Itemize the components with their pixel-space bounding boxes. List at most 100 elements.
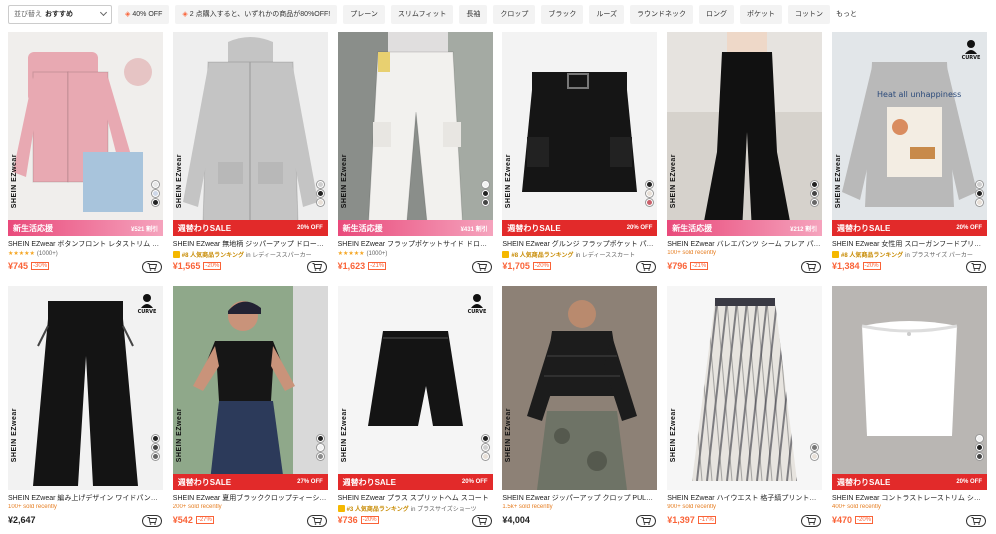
product-image[interactable]: SHEIN EZwear 週替わりSALE 27% OFF <box>172 286 328 490</box>
add-to-cart-button[interactable] <box>966 515 986 527</box>
color-swatch[interactable] <box>481 444 489 451</box>
color-swatch[interactable] <box>976 199 983 206</box>
product-card[interactable]: SHEIN EZwear 週替わりSALE 20% OFF SHEIN EZwe… <box>502 32 658 280</box>
product-image[interactable]: SHEIN EZwear <box>667 286 823 490</box>
color-swatch[interactable] <box>646 190 654 197</box>
color-swatch[interactable] <box>976 190 983 197</box>
filter-chip[interactable]: ブラック <box>541 4 584 24</box>
filter-chip[interactable]: クロップ <box>493 4 536 24</box>
product-title[interactable]: SHEIN EZwear バレエパンツ シーム フレア パ… <box>667 239 822 249</box>
ranking-label[interactable]: #8 人気商品ランキング <box>511 250 573 259</box>
product-image[interactable]: SHEIN EZwear CURVE <box>8 286 163 490</box>
product-title[interactable]: SHEIN EZwear ジッパーアップ クロップ PUL… <box>502 493 657 503</box>
add-to-cart-button[interactable] <box>306 261 327 273</box>
sort-dropdown[interactable]: 並び替え おすすめ <box>8 4 112 24</box>
filter-chip[interactable]: プレーン <box>343 4 385 24</box>
color-swatch[interactable] <box>152 444 159 451</box>
product-image[interactable]: Heat all unhappiness SHEIN EZwear CURVE 週替… <box>832 32 987 236</box>
product-card[interactable]: SHEIN EZwear 週替わりSALE 27% OFF SHEIN EZwe… <box>172 286 328 534</box>
add-to-cart-button[interactable] <box>801 261 822 273</box>
add-to-cart-button[interactable] <box>142 261 162 273</box>
ranking-label[interactable]: #8 人気商品ランキング <box>182 250 244 259</box>
color-swatch[interactable] <box>811 190 819 197</box>
color-swatch[interactable] <box>646 199 654 206</box>
add-to-cart-button[interactable] <box>966 261 986 273</box>
product-meta: 100+ sold recently <box>8 504 163 510</box>
add-to-cart-button[interactable] <box>471 515 492 527</box>
filter-chip[interactable]: ロング <box>699 4 735 24</box>
color-swatch[interactable] <box>481 190 489 197</box>
color-swatch[interactable] <box>316 435 324 442</box>
filter-chip[interactable]: ◈ 40% OFF <box>118 4 170 24</box>
product-title[interactable]: SHEIN EZwear ボタンフロント レタストリム … <box>8 239 163 249</box>
color-swatch[interactable] <box>646 181 654 188</box>
add-to-cart-button[interactable] <box>801 515 822 527</box>
color-swatch[interactable] <box>976 181 983 188</box>
more-filters-link[interactable]: もっと <box>836 9 857 19</box>
color-swatch[interactable] <box>976 444 983 451</box>
product-image[interactable]: SHEIN EZwear 新生活応援 ¥212 割引 <box>667 32 823 236</box>
color-swatch[interactable] <box>316 181 324 188</box>
add-to-cart-button[interactable] <box>306 515 327 527</box>
color-swatch[interactable] <box>481 199 489 206</box>
product-title[interactable]: SHEIN EZwear ハイウエスト 格子縞プリント… <box>667 493 822 503</box>
product-title[interactable]: SHEIN EZwear プラス スプリットヘム スコート <box>338 493 493 503</box>
color-swatch[interactable] <box>152 199 159 206</box>
color-swatch[interactable] <box>811 199 819 206</box>
color-swatch[interactable] <box>976 435 983 442</box>
product-image[interactable]: SHEIN EZwear 新生活応援 ¥431 割引 <box>337 32 493 236</box>
product-card[interactable]: SHEIN EZwear 週替わりSALE 20% OFF SHEIN EZwe… <box>172 32 328 280</box>
product-image[interactable]: SHEIN EZwear CURVE 週替わりSALE 20% OFF <box>337 286 493 490</box>
color-swatch[interactable] <box>152 435 159 442</box>
add-to-cart-button[interactable] <box>142 515 162 527</box>
product-card[interactable]: SHEIN EZwear CURVE SHEIN EZwear 編み上げデザイン ワ… <box>8 286 163 534</box>
product-title[interactable]: SHEIN EZwear 夏用ブラッククロップティーシ… <box>173 493 328 503</box>
filter-chip[interactable]: ◈ 2 点購入すると、いずれかの商品が80%OFF! <box>175 4 338 24</box>
product-card[interactable]: SHEIN EZwear 新生活応援 ¥212 割引 SHEIN EZwear … <box>667 32 823 280</box>
product-card[interactable]: 週替わりSALE 20% OFF SHEIN EZwear コントラストレースト… <box>832 286 987 534</box>
color-swatch[interactable] <box>152 181 159 188</box>
product-card[interactable]: SHEIN EZwear 新生活応援 ¥521 割引 SHEIN EZwear … <box>8 32 163 280</box>
product-title[interactable]: SHEIN EZwear グルンジ フラップポケット パ… <box>502 239 657 249</box>
color-swatch[interactable] <box>976 453 983 460</box>
color-swatch[interactable] <box>316 199 324 206</box>
color-swatch[interactable] <box>811 181 819 188</box>
color-swatch[interactable] <box>152 453 159 460</box>
add-to-cart-button[interactable] <box>471 261 492 273</box>
filter-chip[interactable]: コットン <box>788 4 831 24</box>
ranking-label[interactable]: #8 人気商品ランキング <box>841 250 903 259</box>
add-to-cart-button[interactable] <box>636 515 657 527</box>
ranking-label[interactable]: #3 人気商品ランキング <box>347 504 409 513</box>
product-image[interactable]: 週替わりSALE 20% OFF <box>832 286 987 490</box>
color-swatch[interactable] <box>316 190 324 197</box>
product-photo <box>172 286 328 490</box>
color-swatch[interactable] <box>481 453 489 460</box>
product-card[interactable]: Heat all unhappiness SHEIN EZwear CURVE 週替… <box>832 32 987 280</box>
filter-chip[interactable]: ラウンドネック <box>630 4 694 24</box>
filter-chip[interactable]: 長袖 <box>459 4 488 24</box>
color-swatch[interactable] <box>481 435 489 442</box>
filter-chip[interactable]: スリムフィット <box>390 4 454 24</box>
product-card[interactable]: SHEIN EZwear CURVE 週替わりSALE 20% OFF SHEIN… <box>337 286 493 534</box>
color-swatch[interactable] <box>481 181 489 188</box>
filter-chip[interactable]: ルーズ <box>589 4 625 24</box>
product-title[interactable]: SHEIN EZwear 無地柄 ジッパーアップ ドロー… <box>173 239 328 249</box>
product-card[interactable]: SHEIN EZwear SHEIN EZwear ジッパーアップ クロップ PU… <box>502 286 658 534</box>
product-card[interactable]: SHEIN EZwear 新生活応援 ¥431 割引 SHEIN EZwear … <box>337 32 493 280</box>
color-swatch[interactable] <box>811 453 819 460</box>
color-swatch[interactable] <box>316 453 324 460</box>
product-image[interactable]: SHEIN EZwear 新生活応援 ¥521 割引 <box>8 32 163 236</box>
product-image[interactable]: SHEIN EZwear 週替わりSALE 20% OFF <box>502 32 658 236</box>
product-image[interactable]: SHEIN EZwear <box>502 286 658 490</box>
filter-chip[interactable]: ポケット <box>740 4 783 24</box>
color-swatch[interactable] <box>811 444 819 451</box>
add-to-cart-button[interactable] <box>636 261 657 273</box>
product-title[interactable]: SHEIN EZwear 女性用 スローガンフードプリ… <box>832 239 987 249</box>
product-title[interactable]: SHEIN EZwear コントラストレーストリム シ… <box>832 493 987 503</box>
color-swatch[interactable] <box>152 190 159 197</box>
product-image[interactable]: SHEIN EZwear 週替わりSALE 20% OFF <box>172 32 328 236</box>
product-title[interactable]: SHEIN EZwear フラップポケットサイド ドロ… <box>338 239 493 249</box>
color-swatch[interactable] <box>316 444 324 451</box>
product-card[interactable]: SHEIN EZwear SHEIN EZwear ハイウエスト 格子縞プリント…… <box>667 286 823 534</box>
product-title[interactable]: SHEIN EZwear 編み上げデザイン ワイドパン… <box>8 493 163 503</box>
